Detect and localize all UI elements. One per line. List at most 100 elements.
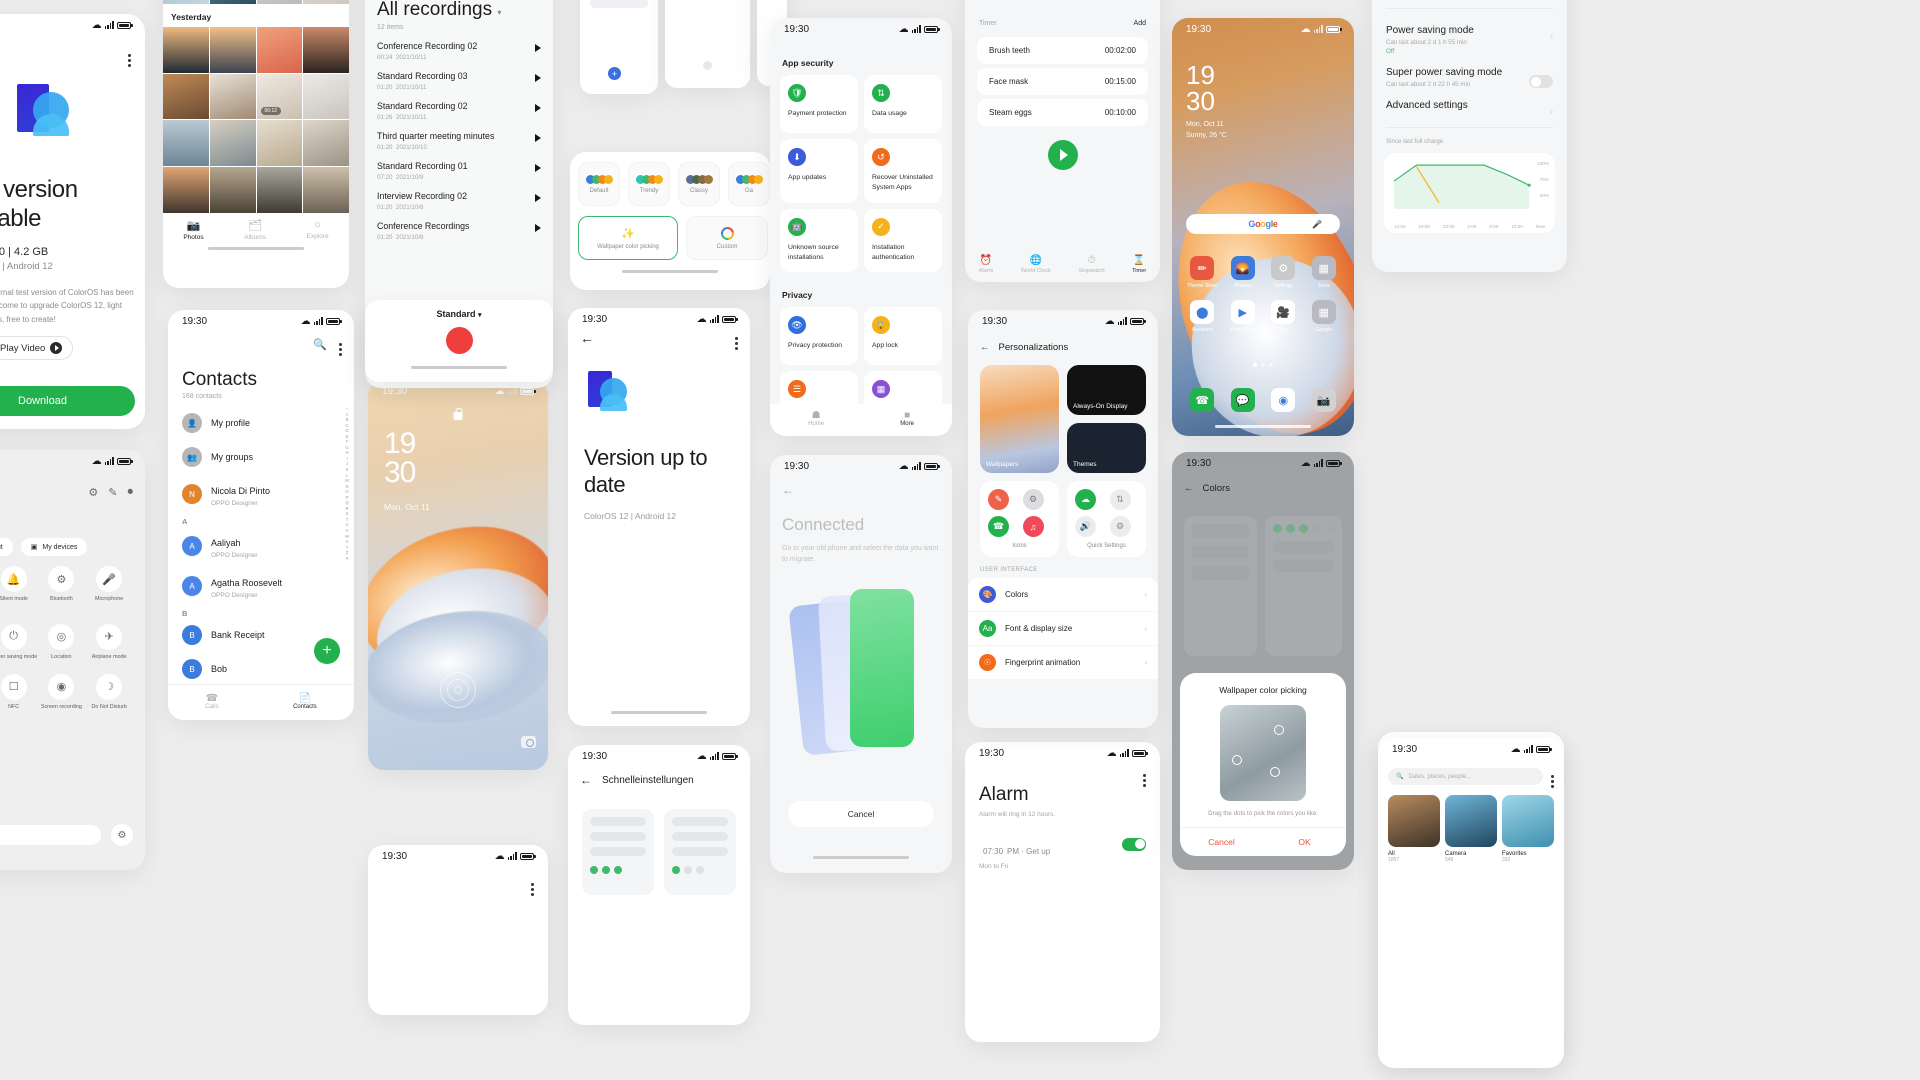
list-item[interactable]: A Aaliyah OPPO Designer: [168, 526, 354, 566]
tile-wallpapers[interactable]: Wallpapers: [980, 365, 1059, 473]
color-preset-trendy[interactable]: Trendy: [628, 162, 670, 206]
fingerprint-icon[interactable]: [440, 672, 476, 708]
security-cell[interactable]: ✓ Installation authentication: [864, 208, 942, 273]
download-button[interactable]: Download: [0, 386, 135, 417]
tab-timer[interactable]: ⌛ Timer: [1132, 255, 1146, 274]
list-item[interactable]: Conference Recordings 01:20 2021/10/8: [365, 211, 553, 241]
gallery-search-input[interactable]: 🔍 Dates, places, people...: [1388, 768, 1543, 785]
cc-tile-do-not-disturb[interactable]: ☽ Do Not Disturb: [85, 673, 133, 711]
alarm-toggle[interactable]: [1122, 837, 1146, 851]
list-item[interactable]: Conference Recording 02 00:24 2021/10/11: [365, 31, 553, 61]
color-dot-1[interactable]: [1274, 725, 1284, 735]
gear-icon[interactable]: ⚙: [88, 486, 98, 499]
tab-explore[interactable]: ○ Explore: [307, 219, 329, 241]
security-cell[interactable]: 🤖 Unknown source installations: [780, 208, 858, 273]
cc-tile-nfc[interactable]: ☐ NFC: [0, 673, 38, 711]
security-cell[interactable]: ⇅ Data usage: [864, 75, 942, 133]
google-search-bar[interactable]: Google 🎤: [1186, 214, 1340, 234]
tab-calls[interactable]: ☎ Calls: [205, 693, 218, 710]
list-item[interactable]: N Nicola Di Pinto OPPO Designer: [168, 474, 354, 514]
cancel-button[interactable]: Cancel: [1180, 828, 1263, 856]
cc-tile-screen-recording[interactable]: ◉ Screen recording: [38, 673, 86, 711]
power-icon[interactable]: ⏺: [128, 486, 134, 499]
tile-always-on-display[interactable]: Always-On Display: [1067, 365, 1146, 415]
edit-icon[interactable]: ✎: [108, 486, 117, 499]
list-item[interactable]: Interview Recording 02 01:20 2021/10/8: [365, 181, 553, 211]
more-icon[interactable]: [735, 336, 738, 340]
cc-tile-airplane-mode[interactable]: ✈ Airplane mode: [85, 623, 133, 661]
more-icon[interactable]: [531, 883, 534, 886]
media-output-button[interactable]: ♫Media output: [0, 538, 13, 556]
security-cell[interactable]: 🛡 Payment protection: [780, 75, 858, 133]
tab-contacts[interactable]: 📄 Contacts: [293, 693, 317, 710]
record-button[interactable]: [445, 327, 473, 354]
start-timer-button[interactable]: [1047, 140, 1078, 170]
tab-home[interactable]: ☗ Home: [808, 410, 824, 427]
play-icon[interactable]: [535, 104, 541, 112]
add-contact-button[interactable]: +: [314, 638, 340, 664]
play-icon[interactable]: [535, 224, 541, 232]
app-tools[interactable]: ▦ Tools: [1304, 256, 1345, 289]
back-arrow-icon[interactable]: ←: [980, 342, 990, 353]
app-assistant[interactable]: ⬤ Assistant: [1182, 300, 1223, 333]
back-arrow-icon[interactable]: ←: [580, 773, 592, 787]
cc-tile-power-saving-mode[interactable]: ⏻ Power saving mode: [0, 623, 38, 661]
tab-world-clock[interactable]: 🌐 World Clock: [1021, 255, 1051, 274]
back-arrow-icon[interactable]: ←: [1184, 483, 1194, 494]
custom-color-option[interactable]: Custom: [686, 216, 768, 260]
row-super-power-saving[interactable]: Super power saving mode Can last about 2…: [1372, 61, 1567, 94]
album-camera[interactable]: Camera 549: [1445, 795, 1497, 863]
my-devices-button[interactable]: ▣ My devices: [20, 538, 88, 556]
color-preset-ga[interactable]: Ga: [728, 162, 770, 206]
dock-messages[interactable]: 💬: [1223, 388, 1264, 412]
more-icon[interactable]: [1551, 775, 1554, 778]
list-item[interactable]: A Agatha Roosevelt OPPO Designer: [168, 566, 354, 606]
cc-tile-bluetooth[interactable]: ⚙ Bluetooth: [38, 566, 86, 611]
search-icon[interactable]: 🔍: [313, 338, 327, 351]
list-item[interactable]: 👥 My groups: [168, 440, 354, 474]
security-cell[interactable]: 👁 Privacy protection: [780, 307, 858, 366]
security-cell[interactable]: ⬇ App updates: [780, 139, 858, 203]
camera-icon[interactable]: [521, 736, 536, 748]
list-item[interactable]: Third quarter meeting minutes 01:20 2021…: [365, 121, 553, 151]
index-letter[interactable]: #: [346, 556, 348, 562]
security-cell[interactable]: ↺ Recover Uninstalled System Apps: [864, 139, 942, 203]
cc-tile-location[interactable]: ◎ Location: [38, 623, 86, 661]
color-dot-2[interactable]: [1232, 755, 1242, 765]
back-arrow-icon[interactable]: ←: [580, 330, 594, 346]
play-video-button[interactable]: Play Video: [0, 336, 74, 361]
brightness-slider[interactable]: [0, 825, 101, 845]
play-icon[interactable]: [535, 44, 541, 52]
back-arrow-icon[interactable]: ←: [782, 483, 952, 497]
recorder-mode-select[interactable]: Standard ▾: [365, 300, 553, 319]
dock-camera[interactable]: 📷: [1304, 388, 1345, 412]
play-icon[interactable]: [535, 134, 541, 142]
color-pick-pad[interactable]: [1220, 705, 1306, 801]
row-advanced-settings[interactable]: Advanced settings ›: [1372, 94, 1567, 117]
color-dot-3[interactable]: [1270, 767, 1280, 777]
app-duo[interactable]: 🎥 Duo: [1263, 300, 1304, 333]
tab-stopwatch[interactable]: ⏱ Stopwatch: [1078, 255, 1104, 274]
tab-alarm[interactable]: ⏰ Alarm: [979, 255, 994, 274]
play-icon[interactable]: [535, 194, 541, 202]
cc-tile-silent-mode[interactable]: 🔔 Silent mode: [0, 566, 38, 611]
wallpaper-color-picking-option[interactable]: ✨ Wallpaper color picking: [578, 216, 678, 260]
list-item[interactable]: 👤 My profile: [168, 406, 354, 440]
tab-albums[interactable]: 🗂 Albums: [244, 219, 266, 241]
chevron-down-icon[interactable]: ▾: [497, 8, 501, 17]
personalization-row[interactable]: 🎨 Colors ›: [968, 578, 1158, 611]
app-theme-store[interactable]: ✏ Theme Store: [1182, 256, 1223, 289]
tab-more[interactable]: ■ More: [900, 410, 914, 427]
app-settings[interactable]: ⚙ Settings: [1263, 256, 1304, 289]
row-power-saving-mode[interactable]: Power saving mode Can last about 2 d 1 h…: [1372, 19, 1567, 61]
play-icon[interactable]: [535, 164, 541, 172]
album-favorites[interactable]: Favorites 332: [1502, 795, 1554, 863]
settings-icon[interactable]: ⚙: [111, 824, 133, 846]
super-power-saving-toggle[interactable]: [1529, 75, 1553, 88]
more-icon[interactable]: [128, 54, 131, 57]
add-button[interactable]: +: [608, 67, 621, 80]
personalization-row[interactable]: ☉ Fingerprint animation ›: [968, 646, 1158, 679]
cancel-button[interactable]: Cancel: [788, 801, 934, 827]
color-preset-default[interactable]: Default: [578, 162, 620, 206]
dock-phone[interactable]: ☎: [1182, 388, 1223, 412]
